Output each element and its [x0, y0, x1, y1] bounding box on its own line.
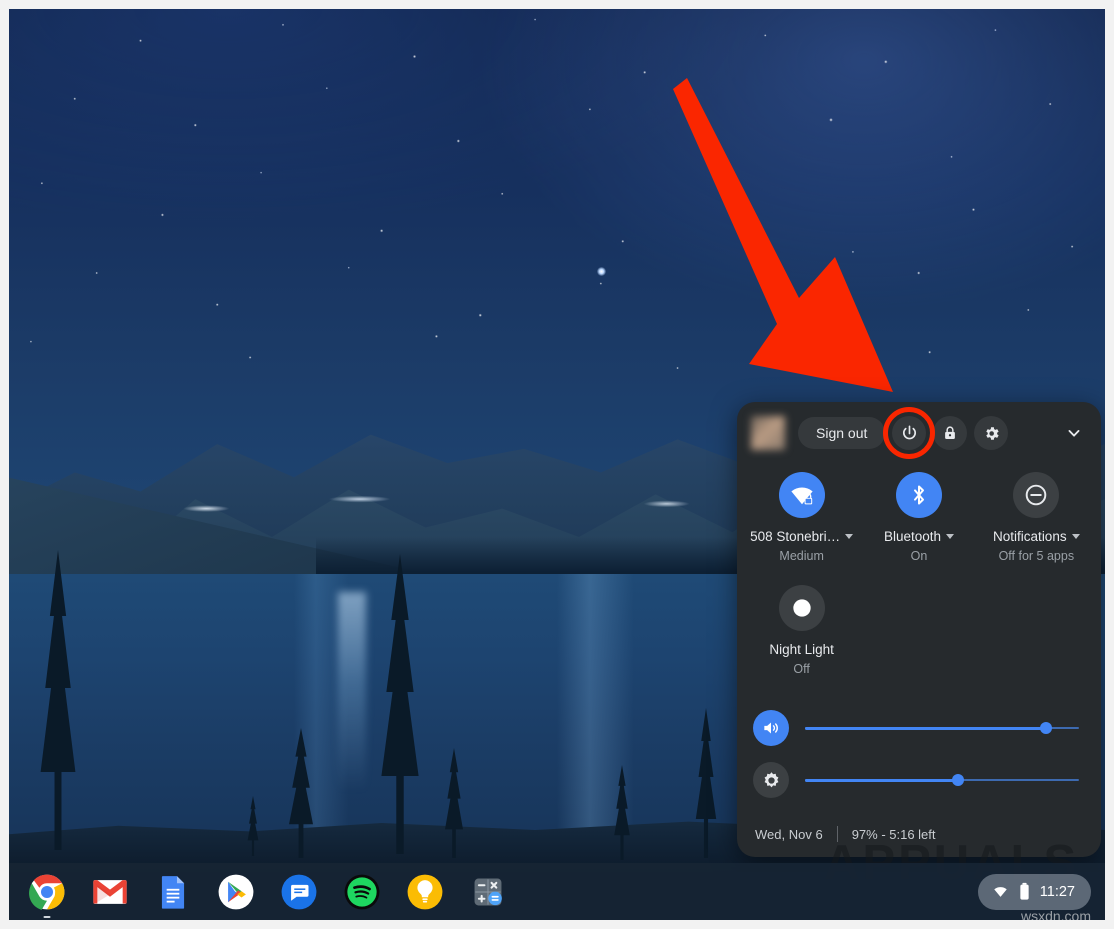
desktop-wallpaper[interactable]: Sign out: [9, 9, 1105, 920]
notifications-tile-label: Notifications: [993, 529, 1067, 544]
night-light-tile[interactable]: Night Light Off: [743, 585, 860, 676]
shelf-app-gmail[interactable]: [90, 872, 130, 912]
bluetooth-tile-icon-wrap: [896, 472, 942, 518]
shelf-app-chrome[interactable]: [27, 872, 67, 912]
bluetooth-tile-label-row: Bluetooth: [884, 529, 954, 544]
screen-root: Sign out: [0, 0, 1114, 929]
tray-footer: Wed, Nov 6 97% - 5:16 left: [737, 811, 954, 857]
chevron-down-icon[interactable]: [1072, 534, 1080, 539]
brightness-slider[interactable]: [805, 771, 1079, 789]
power-icon: [900, 424, 919, 443]
chevron-down-icon[interactable]: [845, 534, 853, 539]
shelf-active-indicator: [44, 916, 51, 918]
gear-icon: [982, 424, 1001, 443]
brightness-icon: [761, 770, 782, 791]
shelf-app-play-store[interactable]: [216, 872, 256, 912]
battery-label[interactable]: 97% - 5:16 left: [852, 827, 936, 842]
bluetooth-tile-label: Bluetooth: [884, 529, 941, 544]
shelf-app-messages[interactable]: [279, 872, 319, 912]
notifications-tile-label-row: Notifications: [993, 529, 1080, 544]
play-store-icon: [217, 873, 255, 911]
volume-toggle-button[interactable]: [753, 710, 789, 746]
shelf-app-spotify[interactable]: [342, 872, 382, 912]
tray-header-row: Sign out: [737, 402, 1101, 464]
chrome-icon: [28, 873, 66, 911]
bluetooth-icon: [907, 483, 931, 507]
network-tile[interactable]: 508 Stonebri… Medium: [743, 472, 860, 563]
watermark-wsxdn: wsxdn.com: [1021, 908, 1091, 920]
system-tray-panel[interactable]: Sign out: [737, 402, 1101, 857]
wifi-locked-icon: [789, 482, 815, 508]
shelf-app-calculator[interactable]: [468, 872, 508, 912]
night-light-moon-icon: [789, 595, 815, 621]
night-light-tile-label-row: Night Light: [769, 642, 834, 657]
shelf-app-docs[interactable]: [153, 872, 193, 912]
wallpaper-bright-star: [597, 267, 606, 276]
brightness-slider-row: [737, 754, 1101, 806]
power-button[interactable]: [892, 416, 926, 450]
volume-slider-row: [737, 702, 1101, 754]
gmail-icon: [91, 873, 129, 911]
settings-button[interactable]: [974, 416, 1008, 450]
shelf-clock: 11:27: [1040, 884, 1075, 900]
bluetooth-tile-sub: On: [911, 549, 928, 563]
calculator-icon: [469, 873, 507, 911]
network-tile-label-row: 508 Stonebri…: [750, 529, 853, 544]
notifications-tile[interactable]: Notifications Off for 5 apps: [978, 472, 1095, 563]
volume-slider-thumb[interactable]: [1040, 722, 1052, 734]
battery-full-icon: [1018, 882, 1031, 901]
brightness-button[interactable]: [753, 762, 789, 798]
notifications-tile-sub: Off for 5 apps: [999, 549, 1075, 563]
wifi-icon: [992, 883, 1009, 900]
collapse-button[interactable]: [1057, 416, 1091, 450]
avatar[interactable]: [751, 416, 785, 450]
google-docs-icon: [154, 873, 192, 911]
night-light-tile-sub: Off: [793, 662, 809, 676]
shelf-status-area[interactable]: 11:27: [978, 874, 1091, 910]
night-light-tile-label: Night Light: [769, 642, 834, 657]
chevron-down-icon: [1064, 423, 1084, 443]
quick-settings-row-2: Night Light Off: [737, 563, 1101, 676]
date-label[interactable]: Wed, Nov 6: [755, 827, 823, 842]
shelf-app-keep[interactable]: [405, 872, 445, 912]
chevron-down-icon[interactable]: [946, 534, 954, 539]
lock-icon: [941, 424, 959, 442]
wallpaper-moonbeam: [338, 592, 366, 792]
lock-button[interactable]: [933, 416, 967, 450]
night-light-tile-icon-wrap: [779, 585, 825, 631]
footer-divider: [837, 826, 838, 842]
network-tile-label: 508 Stonebri…: [750, 529, 840, 544]
google-keep-icon: [406, 873, 444, 911]
network-tile-icon-wrap: [779, 472, 825, 518]
notifications-tile-icon-wrap: [1013, 472, 1059, 518]
spotify-icon: [343, 873, 381, 911]
volume-up-icon: [761, 718, 781, 738]
sign-out-button[interactable]: Sign out: [798, 417, 885, 449]
volume-slider[interactable]: [805, 719, 1079, 737]
brightness-slider-thumb[interactable]: [952, 774, 964, 786]
quick-settings-row-1: 508 Stonebri… Medium Bluetooth: [737, 464, 1101, 563]
shelf-app-list: [9, 872, 508, 912]
messages-icon: [280, 873, 318, 911]
network-tile-sub: Medium: [779, 549, 823, 563]
brightness-slider-fill: [805, 779, 958, 782]
volume-slider-fill: [805, 727, 1046, 730]
bluetooth-tile[interactable]: Bluetooth On: [860, 472, 977, 563]
do-not-disturb-icon: [1023, 482, 1049, 508]
shelf: 11:27 wsxdn.com: [9, 863, 1105, 920]
